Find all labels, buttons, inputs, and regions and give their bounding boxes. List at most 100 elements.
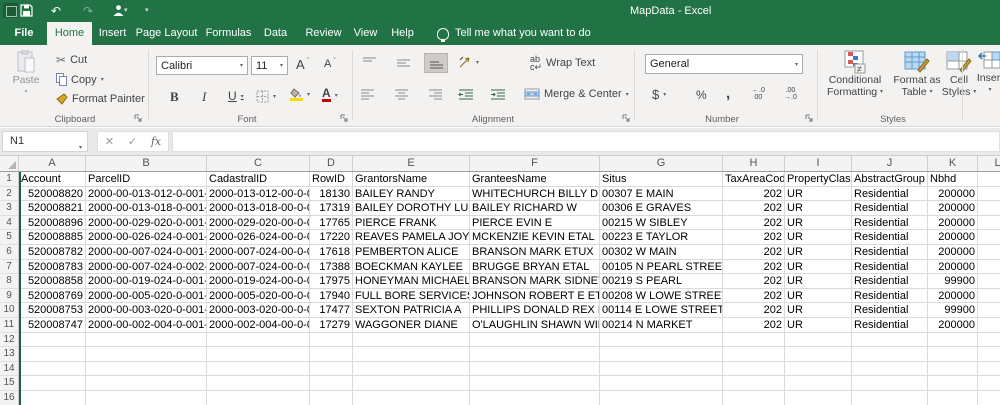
cell-C6[interactable]: 2000-007-024-00-0-001-00 bbox=[207, 244, 310, 260]
cell-J14[interactable] bbox=[852, 361, 928, 377]
percent-style-button[interactable]: % bbox=[696, 88, 707, 102]
cell-D2[interactable]: 18130 bbox=[310, 186, 353, 202]
cell-H13[interactable] bbox=[723, 347, 785, 362]
cell-H8[interactable]: 202 bbox=[723, 274, 785, 289]
cell-A10[interactable]: 520008753 bbox=[19, 303, 86, 318]
cell-F14[interactable] bbox=[470, 361, 600, 377]
tab-insert[interactable]: Insert bbox=[94, 22, 131, 45]
cell-H6[interactable]: 202 bbox=[723, 244, 785, 260]
cell-E9[interactable]: FULL BORE SERVICES bbox=[353, 288, 470, 304]
cell-B11[interactable]: 2000-00-002-004-0-001-00 bbox=[86, 317, 207, 333]
cell-J7[interactable]: Residential bbox=[852, 259, 928, 275]
cell-C2[interactable]: 2000-013-012-00-0-001-00 bbox=[207, 186, 310, 202]
cell-E4[interactable]: PIERCE FRANK bbox=[353, 215, 470, 231]
cell-E5[interactable]: REAVES PAMELA JOY bbox=[353, 230, 470, 245]
cell-C4[interactable]: 2000-029-020-00-0-001-00 bbox=[207, 215, 310, 231]
row-header-1[interactable]: 1 bbox=[0, 172, 19, 187]
cell-J13[interactable] bbox=[852, 347, 928, 362]
cell-F13[interactable] bbox=[470, 347, 600, 362]
cell-E12[interactable] bbox=[353, 332, 470, 348]
cell-I1[interactable]: PropertyClass bbox=[785, 172, 852, 187]
cell-K5[interactable]: 200000 bbox=[928, 230, 978, 245]
cell-J9[interactable]: Residential bbox=[852, 288, 928, 304]
column-header-B[interactable]: B bbox=[86, 156, 207, 171]
increase-decimal-button[interactable]: ←.0 00 bbox=[752, 87, 765, 101]
cell-G15[interactable] bbox=[600, 376, 723, 391]
cell-H1[interactable]: TaxAreaCode bbox=[723, 172, 785, 187]
cell-E13[interactable] bbox=[353, 347, 470, 362]
cell-D1[interactable]: RowID bbox=[310, 172, 353, 187]
row-header-14[interactable]: 14 bbox=[0, 361, 19, 377]
row-header-13[interactable]: 13 bbox=[0, 347, 19, 362]
row-header-4[interactable]: 4 bbox=[0, 215, 19, 231]
cell-F4[interactable]: PIERCE EVIN E bbox=[470, 215, 600, 231]
cell-K6[interactable]: 200000 bbox=[928, 244, 978, 260]
cell-G3[interactable]: 00306 E GRAVES bbox=[600, 201, 723, 216]
cell-C10[interactable]: 2000-003-020-00-0-001-00 bbox=[207, 303, 310, 318]
cell-E11[interactable]: WAGGONER DIANE bbox=[353, 317, 470, 333]
cell-D15[interactable] bbox=[310, 376, 353, 391]
cell-G4[interactable]: 00215 W SIBLEY bbox=[600, 215, 723, 231]
column-header-A[interactable]: A bbox=[19, 156, 86, 171]
paste-button[interactable]: Paste ▾ bbox=[8, 50, 44, 98]
cell-A12[interactable] bbox=[19, 332, 86, 348]
row-header-8[interactable]: 8 bbox=[0, 274, 19, 289]
save-icon[interactable] bbox=[14, 0, 38, 17]
column-header-K[interactable]: K bbox=[928, 156, 978, 171]
cell-A1[interactable]: Account bbox=[19, 172, 86, 187]
tab-page-layout[interactable]: Page Layout bbox=[133, 22, 200, 45]
cell-K15[interactable] bbox=[928, 376, 978, 391]
cell-F12[interactable] bbox=[470, 332, 600, 348]
cell-L2[interactable] bbox=[978, 187, 1000, 202]
cell-I16[interactable] bbox=[785, 390, 852, 405]
cell-H2[interactable]: 202 bbox=[723, 186, 785, 202]
cell-L3[interactable] bbox=[978, 201, 1000, 216]
cell-G1[interactable]: Situs bbox=[600, 172, 723, 187]
cell-D8[interactable]: 17975 bbox=[310, 274, 353, 289]
cell-F9[interactable]: JOHNSON ROBERT E ETAL bbox=[470, 288, 600, 304]
cell-D10[interactable]: 17477 bbox=[310, 303, 353, 318]
cell-B14[interactable] bbox=[86, 361, 207, 377]
cell-B9[interactable]: 2000-00-005-020-0-001-00 bbox=[86, 288, 207, 304]
cell-J1[interactable]: AbstractGroup bbox=[852, 172, 928, 187]
cell-L9[interactable] bbox=[978, 289, 1000, 304]
cell-H11[interactable]: 202 bbox=[723, 317, 785, 333]
cell-A7[interactable]: 520008783 bbox=[19, 259, 86, 275]
cell-L1[interactable] bbox=[978, 172, 1000, 187]
cell-B7[interactable]: 2000-00-007-024-0-002-00 bbox=[86, 259, 207, 275]
cell-C1[interactable]: CadastralID bbox=[207, 172, 310, 187]
wrap-text-button[interactable]: ab c↵ Wrap Text bbox=[530, 55, 595, 72]
cell-A9[interactable]: 520008769 bbox=[19, 288, 86, 304]
cell-L10[interactable] bbox=[978, 303, 1000, 318]
tab-view[interactable]: View bbox=[348, 22, 383, 45]
cell-G14[interactable] bbox=[600, 361, 723, 377]
cell-B13[interactable] bbox=[86, 347, 207, 362]
cell-J2[interactable]: Residential bbox=[852, 186, 928, 202]
cell-K4[interactable]: 200000 bbox=[928, 215, 978, 231]
decrease-decimal-button[interactable]: .00 →.0 bbox=[784, 87, 797, 101]
cell-E2[interactable]: BAILEY RANDY bbox=[353, 186, 470, 202]
merge-center-button[interactable]: Merge & Center ▾ bbox=[524, 88, 629, 100]
cell-E14[interactable] bbox=[353, 361, 470, 377]
cell-G16[interactable] bbox=[600, 390, 723, 405]
row-header-3[interactable]: 3 bbox=[0, 201, 19, 216]
tell-me-box[interactable]: Tell me what you want to do bbox=[437, 22, 591, 45]
cell-C5[interactable]: 2000-026-024-00-0-001-00 bbox=[207, 230, 310, 245]
cell-K2[interactable]: 200000 bbox=[928, 186, 978, 202]
cell-L12[interactable] bbox=[978, 333, 1000, 348]
cell-D12[interactable] bbox=[310, 332, 353, 348]
cell-E10[interactable]: SEXTON PATRICIA A bbox=[353, 303, 470, 318]
number-dialog-launcher[interactable] bbox=[805, 114, 815, 124]
cell-H9[interactable]: 202 bbox=[723, 288, 785, 304]
cell-A4[interactable]: 520008896 bbox=[19, 215, 86, 231]
cell-I6[interactable]: UR bbox=[785, 244, 852, 260]
number-format-combo[interactable]: General ▾ bbox=[645, 54, 803, 74]
cell-G13[interactable] bbox=[600, 347, 723, 362]
clipboard-dialog-launcher[interactable] bbox=[134, 114, 144, 124]
tab-formulas[interactable]: Formulas bbox=[202, 22, 255, 45]
row-header-10[interactable]: 10 bbox=[0, 303, 19, 318]
row-header-9[interactable]: 9 bbox=[0, 288, 19, 304]
cell-I5[interactable]: UR bbox=[785, 230, 852, 245]
cell-J4[interactable]: Residential bbox=[852, 215, 928, 231]
cell-J15[interactable] bbox=[852, 376, 928, 391]
